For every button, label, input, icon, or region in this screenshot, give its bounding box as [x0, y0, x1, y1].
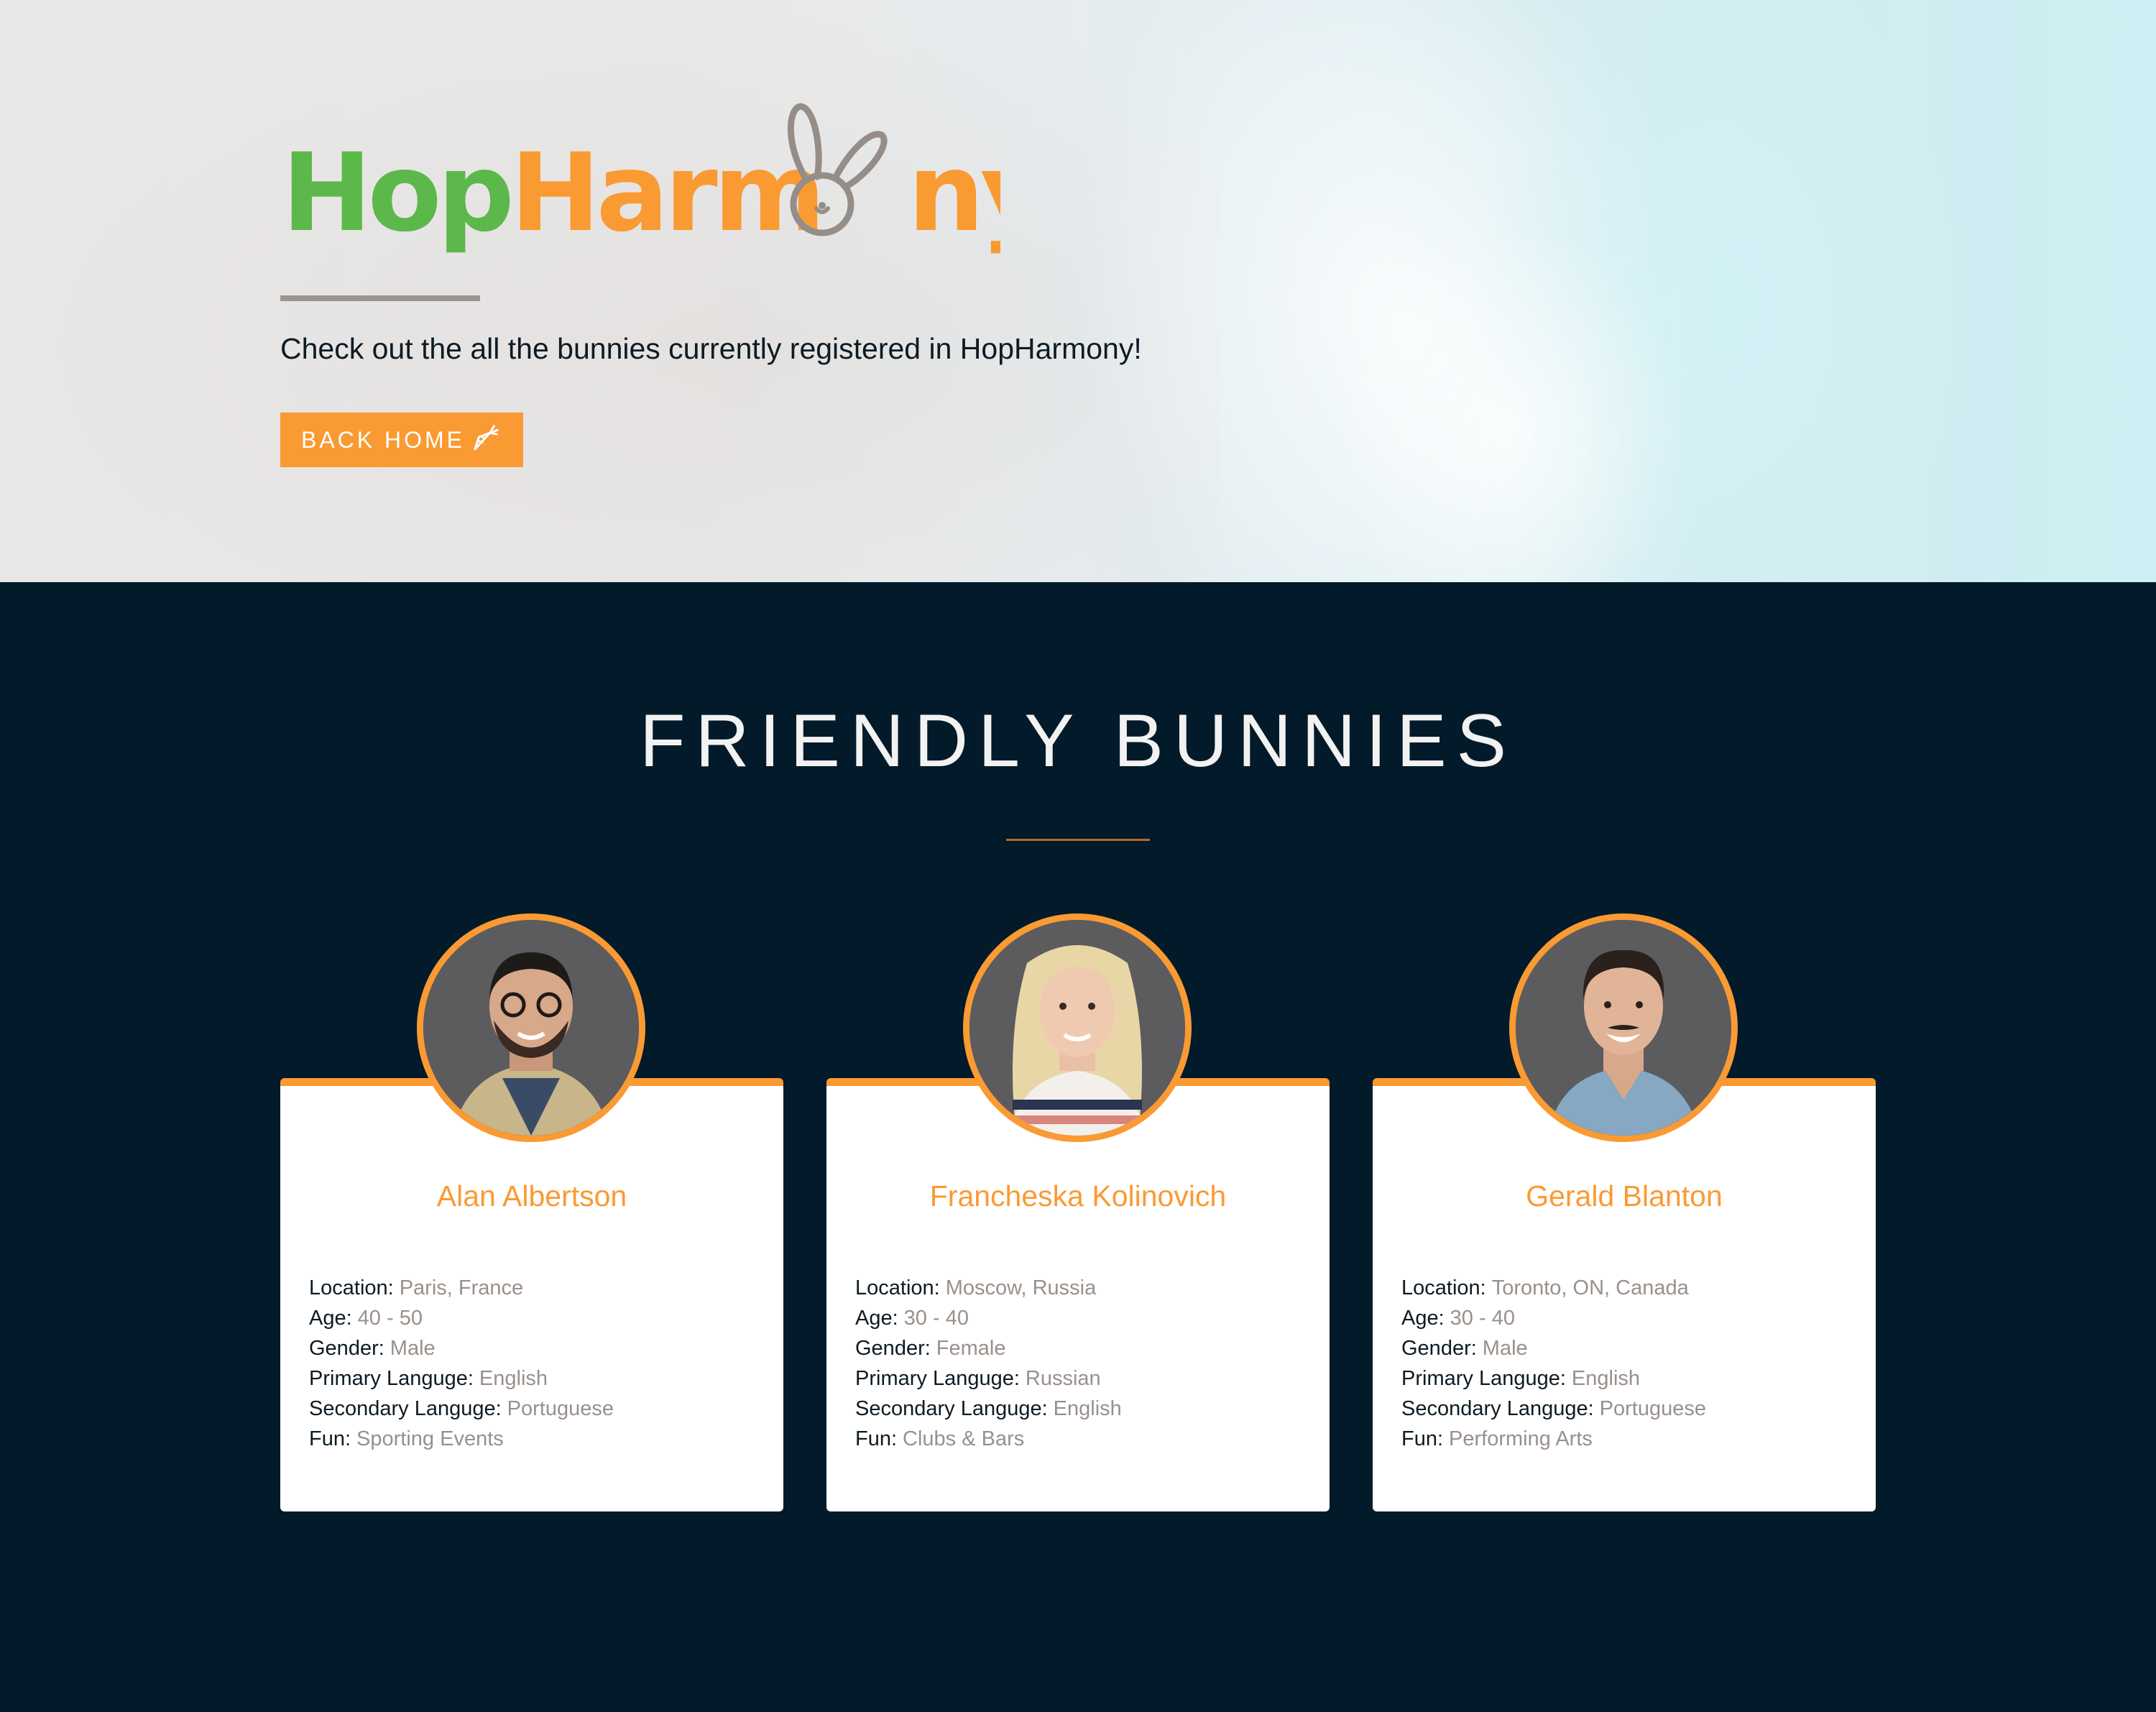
value: Russian: [1025, 1367, 1101, 1390]
label: Location:: [1401, 1276, 1486, 1299]
detail-location: Location: Toronto, ON, Canada: [1401, 1273, 1706, 1303]
label: Secondary Languge:: [309, 1397, 502, 1420]
logo-part-harm: Harm: [510, 131, 821, 256]
value: Moscow, Russia: [945, 1276, 1097, 1299]
value: Male: [1482, 1337, 1528, 1360]
detail-secondary-language: Secondary Languge: Portuguese: [309, 1394, 614, 1424]
label: Fun:: [1401, 1427, 1444, 1450]
detail-gender: Gender: Female: [855, 1333, 1122, 1363]
card-details: Location: Moscow, Russia Age: 30 - 40 Gend…: [855, 1273, 1122, 1454]
card-name: Gerald Blanton: [1526, 1179, 1723, 1212]
hopharmony-logo: HopHarmny: [282, 101, 1000, 273]
logo-part-ny: ny: [908, 131, 1000, 256]
avatar: [963, 913, 1192, 1142]
bunny-card: Gerald Blanton Location: Toronto, ON, Can…: [1373, 913, 1876, 1511]
bunny-card: Alan Albertson Location: Paris, France Ag…: [280, 913, 783, 1511]
value: Toronto, ON, Canada: [1491, 1276, 1689, 1299]
label: Age:: [309, 1307, 352, 1330]
detail-primary-language: Primary Languge: English: [309, 1363, 614, 1394]
detail-primary-language: Primary Languge: English: [1401, 1363, 1706, 1394]
value: 30 - 40: [1450, 1307, 1515, 1330]
section-title: FRIENDLY BUNNIES: [640, 699, 1516, 783]
label: Secondary Languge:: [855, 1397, 1048, 1420]
detail-location: Location: Moscow, Russia: [855, 1273, 1122, 1303]
value: 30 - 40: [903, 1307, 969, 1330]
hero-divider: [280, 295, 480, 301]
label: Age:: [855, 1307, 898, 1330]
value: Male: [390, 1337, 436, 1360]
card-name: Francheska Kolinovich: [929, 1179, 1227, 1212]
detail-gender: Gender: Male: [1401, 1333, 1706, 1363]
detail-secondary-language: Secondary Languge: Portuguese: [1401, 1394, 1706, 1424]
card-details: Location: Toronto, ON, Canada Age: 30 - 40…: [1401, 1273, 1706, 1454]
label: Primary Languge:: [309, 1367, 474, 1390]
detail-age: Age: 30 - 40: [1401, 1303, 1706, 1333]
back-home-button[interactable]: BACK HOME: [280, 413, 523, 467]
value: 40 - 50: [357, 1307, 423, 1330]
detail-location: Location: Paris, France: [309, 1273, 614, 1303]
value: English: [1571, 1367, 1641, 1390]
label: Location:: [855, 1276, 940, 1299]
hero-background-foam: [1330, 216, 1689, 582]
label: Age:: [1401, 1307, 1445, 1330]
label: Secondary Languge:: [1401, 1397, 1594, 1420]
hero-banner: HopHarmny Check out the all the bunnies …: [0, 0, 2156, 582]
detail-age: Age: 40 - 50: [309, 1303, 614, 1333]
detail-age: Age: 30 - 40: [855, 1303, 1122, 1333]
value: Performing Arts: [1449, 1427, 1593, 1450]
label: Primary Languge:: [855, 1367, 1020, 1390]
hero-tagline: Check out the all the bunnies currently …: [280, 332, 1142, 365]
svg-text:HopHarmny: HopHarmny: [282, 131, 1000, 256]
value: Portuguese: [1599, 1397, 1706, 1420]
label: Gender:: [1401, 1337, 1477, 1360]
detail-secondary-language: Secondary Languge: English: [855, 1394, 1122, 1424]
label: Gender:: [309, 1337, 384, 1360]
back-home-label: BACK HOME: [300, 426, 466, 453]
value: Clubs & Bars: [903, 1427, 1025, 1450]
avatar: [1509, 913, 1738, 1142]
value: English: [1053, 1397, 1122, 1420]
card-details: Location: Paris, France Age: 40 - 50 Gende…: [309, 1273, 614, 1454]
value: Female: [936, 1337, 1006, 1360]
label: Location:: [309, 1276, 394, 1299]
card-name: Alan Albertson: [436, 1179, 627, 1212]
detail-gender: Gender: Male: [309, 1333, 614, 1363]
detail-primary-language: Primary Languge: Russian: [855, 1363, 1122, 1394]
label: Primary Languge:: [1401, 1367, 1566, 1390]
value: English: [479, 1367, 548, 1390]
label: Fun:: [309, 1427, 351, 1450]
detail-fun: Fun: Performing Arts: [1401, 1424, 1706, 1454]
label: Gender:: [855, 1337, 931, 1360]
avatar: [417, 913, 645, 1142]
value: Paris, France: [399, 1276, 524, 1299]
label: Fun:: [855, 1427, 898, 1450]
bunny-card: Francheska Kolinovich Location: Moscow, R…: [826, 913, 1330, 1511]
detail-fun: Fun: Sporting Events: [309, 1424, 614, 1454]
section-divider: [1006, 839, 1150, 841]
value: Portuguese: [507, 1397, 614, 1420]
detail-fun: Fun: Clubs & Bars: [855, 1424, 1122, 1454]
value: Sporting Events: [356, 1427, 504, 1450]
carrot-icon: [469, 420, 502, 459]
logo-part-hop: Hop: [282, 131, 510, 256]
